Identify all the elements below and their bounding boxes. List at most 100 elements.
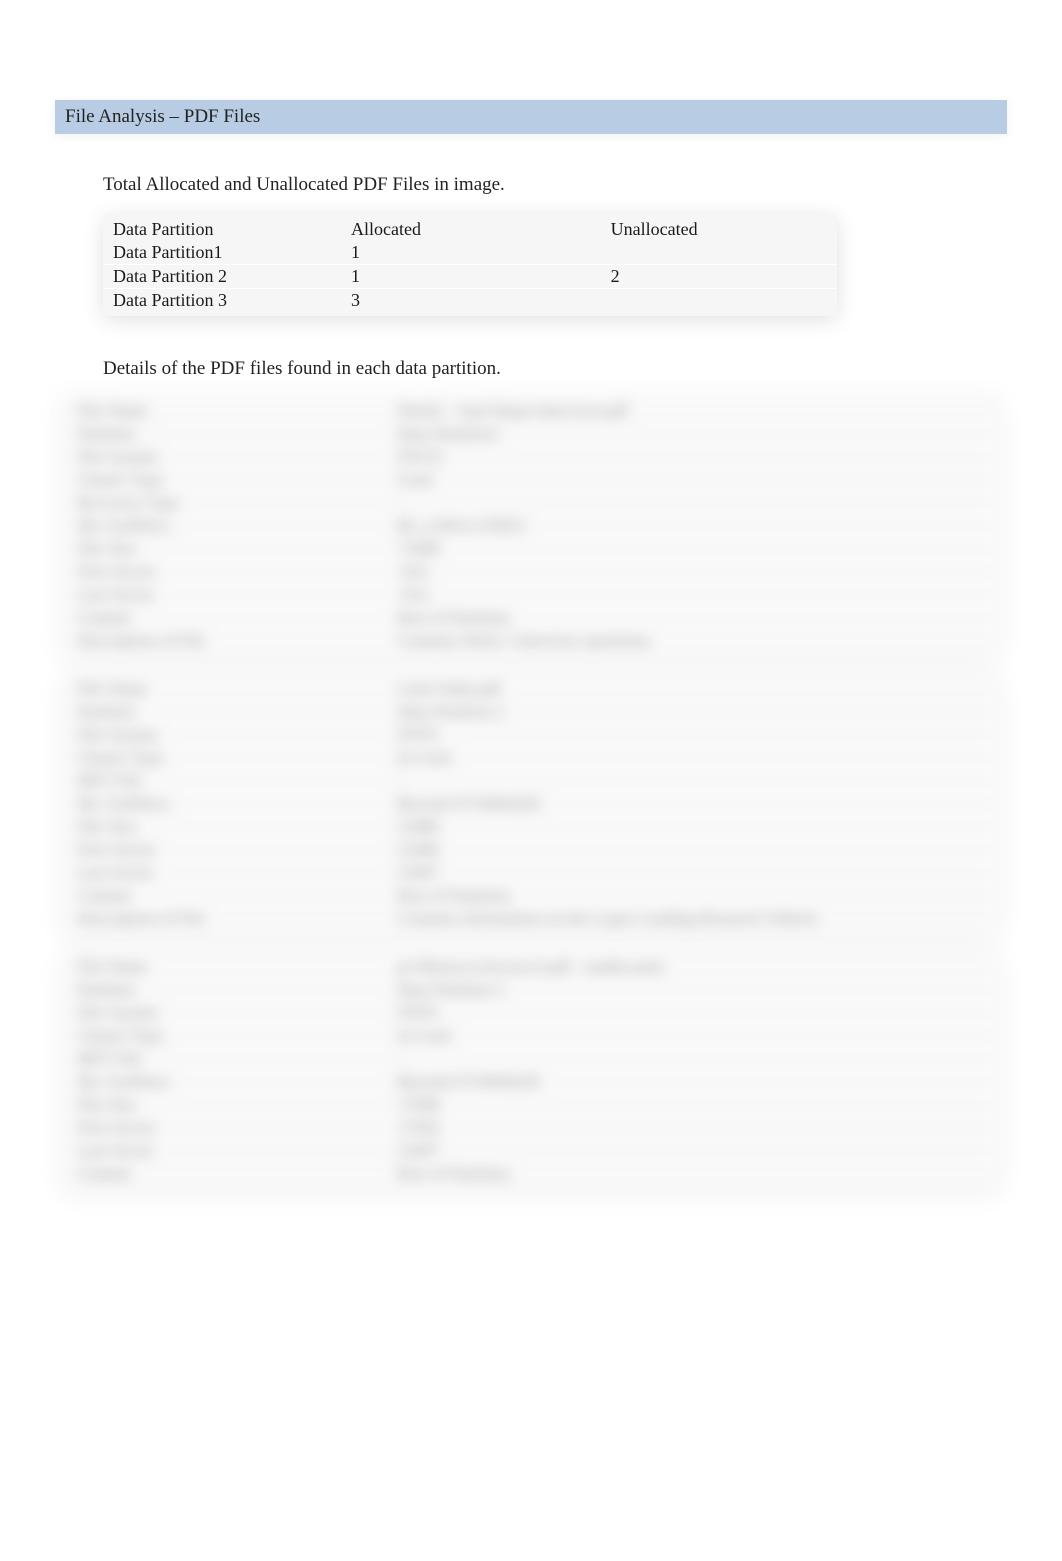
detail-row: ContentRest of Partition, xyxy=(63,884,999,907)
detail-label: Last Sector xyxy=(77,863,397,883)
detail-row: Last Sector-NA- xyxy=(63,583,999,606)
detail-label: First Sector xyxy=(77,1118,397,1138)
table-row: Data Partition 3 3 xyxy=(103,288,837,312)
detail-label: Partition xyxy=(77,424,397,444)
detail-label: File Name xyxy=(77,957,397,977)
summary-caption: Total Allocated and Unallocated PDF File… xyxy=(103,174,1007,196)
detail-label: Cluster Type xyxy=(77,470,397,490)
detail-label: Cluster Type xyxy=(77,748,397,768)
detail-value: 23497 xyxy=(397,1141,985,1161)
detail-value: Data Partition1 xyxy=(397,424,985,444)
summary-header-row: Data Partition Allocated Unallocated xyxy=(103,218,837,241)
detail-label: File Size xyxy=(77,1095,397,1115)
detail-value: - xyxy=(397,493,985,513)
detail-label: Last Sector xyxy=(77,585,397,605)
detail-block: File NameWeek2 - Saul Dejan Interview.pd… xyxy=(63,396,999,656)
detail-row: First Sector17956 xyxy=(63,1116,999,1139)
detail-value: 17948 xyxy=(397,1095,985,1115)
detail-label: Description of File xyxy=(77,631,397,651)
detail-label: First Sector xyxy=(77,562,397,582)
section-title: File Analysis – PDF Files xyxy=(65,106,260,127)
detail-row: File NameCash Order.pdf xyxy=(63,678,999,700)
cell-partition: Data Partition 3 xyxy=(113,290,351,311)
summary-table: Data Partition Allocated Unallocated Dat… xyxy=(103,214,837,316)
detail-row: Description of FileContains Week 2 inter… xyxy=(63,629,999,652)
detail-value: Contains Week 2 interview questions. xyxy=(397,631,985,651)
detail-label: Content xyxy=(77,608,397,628)
detail-row: First Sector23496 xyxy=(63,838,999,861)
detail-row: PartitionData Partition 2 xyxy=(63,700,999,723)
detail-value: -NA- xyxy=(397,585,985,605)
cell-allocated: 1 xyxy=(351,266,611,287)
detail-value: Cash Order.pdf xyxy=(397,679,985,699)
detail-row: Dir. Ext#Sect.86_2,2814,135823 xyxy=(63,514,999,537)
detail-label: File Size xyxy=(77,539,397,559)
detail-label: File System xyxy=(77,447,397,467)
detail-value: In Used xyxy=(397,748,985,768)
detail-row: Cluster TypeIn Used xyxy=(63,746,999,769)
detail-label: Dir. Ext#Sect. xyxy=(77,516,397,536)
detail-label: File Name xyxy=(77,679,397,699)
detail-value: - xyxy=(397,1049,985,1069)
detail-label: Recovery Type xyxy=(77,493,397,513)
detail-value: Beyond 4719404228 xyxy=(397,1072,985,1092)
detail-label: Content xyxy=(77,1164,397,1184)
detail-label: File Size xyxy=(77,817,397,837)
detail-row: File SystemNTFS xyxy=(63,1001,999,1024)
detail-label: Content xyxy=(77,886,397,906)
detail-row: File SystemNTFS xyxy=(63,723,999,746)
detail-label: Description of File xyxy=(77,909,397,929)
document-page: File Analysis – PDF Files Total Allocate… xyxy=(0,0,1062,1267)
detail-block: File Namepv/Monica's/invoice3.pdf - unal… xyxy=(63,952,999,1189)
detail-value: Used xyxy=(397,470,985,490)
cell-unallocated: 2 xyxy=(611,266,827,287)
detail-row: Last Sector23497 xyxy=(63,1139,999,1162)
detail-value: Beyond 4719404228 xyxy=(397,794,985,814)
cell-allocated: 3 xyxy=(351,290,611,311)
detail-label: First Sector xyxy=(77,840,397,860)
table-row: Data Partition 2 1 2 xyxy=(103,264,837,288)
cell-allocated: 1 xyxy=(351,242,611,263)
detail-label: MFT File xyxy=(77,1049,397,1069)
cell-unallocated xyxy=(611,242,827,263)
detail-value: Data Partition 2 xyxy=(397,702,985,722)
summary-body: Data Partition1 1 Data Partition 2 1 2 D… xyxy=(103,241,837,312)
detail-row: PartitionData Partition1 xyxy=(63,422,999,445)
detail-value: -NA- xyxy=(397,562,985,582)
detail-row: File Size17948 xyxy=(63,1093,999,1116)
detail-row: Dir. Ext#Sect.Beyond 4719404228 xyxy=(63,1070,999,1093)
detail-row: Recovery Type- xyxy=(63,491,999,514)
detail-value: Rest of Partition, xyxy=(397,608,985,628)
detail-value: FAT32 xyxy=(397,447,985,467)
cell-unallocated xyxy=(611,290,827,311)
detail-value: In Used xyxy=(397,1026,985,1046)
section-header: File Analysis – PDF Files xyxy=(55,100,1007,134)
detail-row: File Namepv/Monica's/invoice3.pdf - unal… xyxy=(63,956,999,978)
detail-block: File NameCash Order.pdf PartitionData Pa… xyxy=(63,674,999,934)
summary-col-partition: Data Partition xyxy=(113,219,351,240)
detail-row: File NameWeek2 - Saul Dejan Interview.pd… xyxy=(63,400,999,422)
detail-row: ContentRest of Partition, xyxy=(63,606,999,629)
detail-label: Partition xyxy=(77,702,397,722)
detail-row: Description of FileContains information … xyxy=(63,907,999,930)
detail-row: File Size71688 xyxy=(63,537,999,560)
detail-row: File SystemFAT32 xyxy=(63,445,999,468)
detail-label: MFT File xyxy=(77,771,397,791)
table-row: Data Partition1 1 xyxy=(103,241,837,264)
detail-value: Rest of Partition, xyxy=(397,886,985,906)
detail-label: Dir. Ext#Sect. xyxy=(77,1072,397,1092)
details-caption: Details of the PDF files found in each d… xyxy=(103,358,1007,380)
detail-row: File Size23486 xyxy=(63,815,999,838)
summary-col-allocated: Allocated xyxy=(351,219,611,240)
detail-row: Last Sector23497 xyxy=(63,861,999,884)
detail-row: MFT File- xyxy=(63,769,999,792)
detail-value: Week2 - Saul Dejan Interview.pdf xyxy=(397,401,985,421)
detail-value: pv/Monica's/invoice3.pdf - unallocated xyxy=(397,957,985,977)
detail-row: Cluster TypeIn Used xyxy=(63,1024,999,1047)
detail-value: NTFS xyxy=(397,725,985,745)
detail-value: Data Partition 2 xyxy=(397,980,985,1000)
detail-row: First Sector-NA- xyxy=(63,560,999,583)
detail-value: NTFS xyxy=(397,1003,985,1023)
detail-value: 23497 xyxy=(397,863,985,883)
cell-partition: Data Partition1 xyxy=(113,242,351,263)
